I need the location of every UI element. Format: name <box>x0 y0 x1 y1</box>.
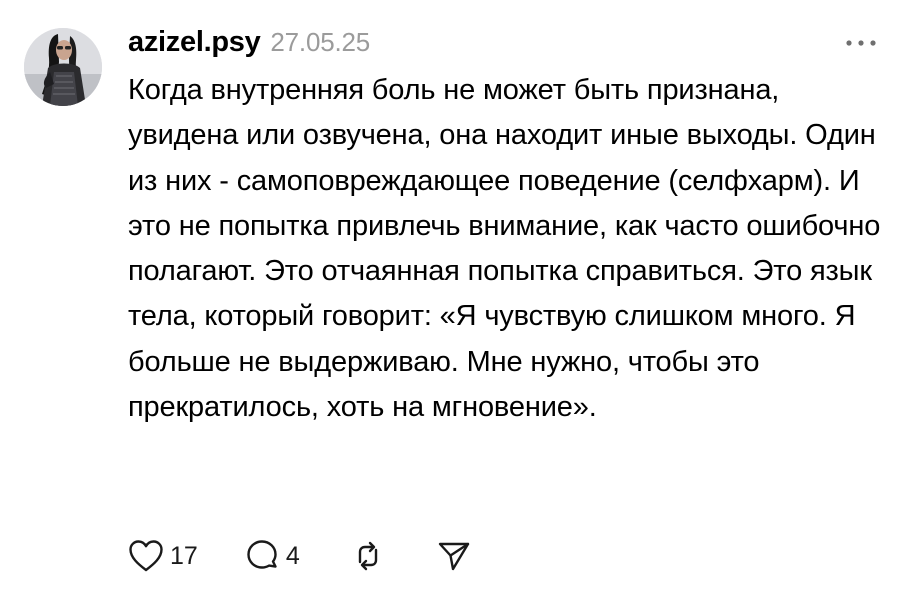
repost-button[interactable] <box>350 538 386 574</box>
avatar[interactable] <box>24 28 102 106</box>
heart-icon <box>129 540 163 572</box>
share-button[interactable] <box>436 538 472 574</box>
timestamp[interactable]: 27.05.25 <box>270 27 370 58</box>
post-header: azizel.psy 27.05.25 <box>128 26 370 59</box>
more-options-button[interactable] <box>840 30 882 56</box>
send-icon <box>438 542 469 571</box>
comment-icon <box>247 540 277 569</box>
like-button[interactable]: 17 <box>128 539 198 573</box>
repost-icon <box>358 541 377 571</box>
more-horizontal-icon <box>846 40 876 46</box>
post: azizel.psy 27.05.25 Когда внутренняя бол… <box>0 0 909 600</box>
post-actions: 17 4 <box>128 536 472 576</box>
post-text: Когда внутренняя боль не может быть приз… <box>128 74 881 424</box>
avatar-image <box>24 28 102 106</box>
replies-count: 4 <box>285 541 300 570</box>
likes-count: 17 <box>170 541 198 570</box>
username[interactable]: azizel.psy <box>128 26 261 59</box>
reply-button[interactable]: 4 <box>244 538 300 574</box>
